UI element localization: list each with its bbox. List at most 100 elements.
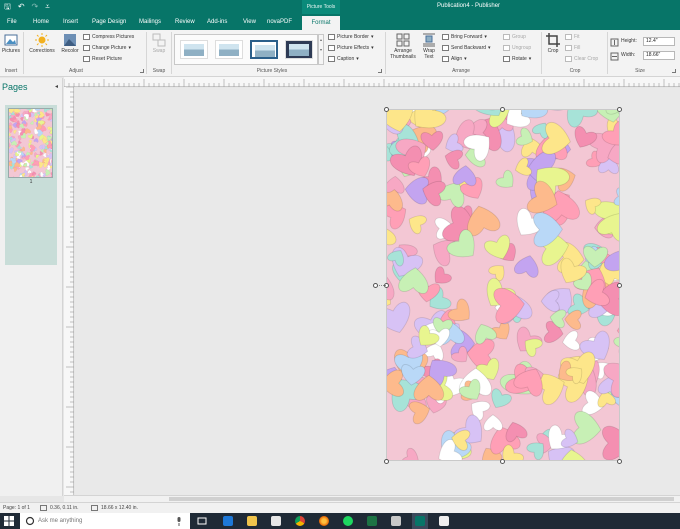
ungroup-icon (503, 45, 510, 51)
crop-button[interactable]: Crop (543, 33, 563, 54)
group-separator (607, 32, 608, 74)
title-bar: 🖫 ↶ ↷ ⩡ Picture Tools Publication4 - Pub… (0, 0, 680, 14)
resize-handle-bottom-left[interactable] (384, 459, 389, 464)
app-icon[interactable] (391, 516, 401, 526)
tab-add-ins[interactable]: Add-ins (207, 14, 227, 30)
resize-handle-top[interactable] (500, 107, 505, 112)
horizontal-scrollbar[interactable] (64, 495, 680, 502)
rotation-handle[interactable] (373, 283, 378, 288)
tab-format[interactable]: Format (302, 16, 340, 30)
picture-styles-gallery (174, 34, 318, 65)
picture-style-2[interactable] (215, 40, 243, 59)
tab-insert[interactable]: Insert (63, 14, 78, 30)
context-tab-title: Picture Tools (302, 0, 340, 14)
resize-handle-right[interactable] (617, 283, 622, 288)
corrections-sun-icon (35, 33, 49, 47)
swap-button[interactable]: Swap (148, 33, 170, 54)
arrange-thumbnails-icon (396, 33, 410, 47)
adjust-launcher-icon[interactable] (140, 69, 144, 73)
send-backward-button[interactable]: Send Backward ▾ (442, 45, 491, 51)
tab-mailings[interactable]: Mailings (139, 14, 161, 30)
size-launcher-icon[interactable] (672, 69, 676, 73)
status-page[interactable]: Page: 1 of 1 (3, 503, 30, 513)
compress-icon (83, 34, 90, 40)
publisher-icon[interactable] (415, 516, 425, 526)
app-icon-2[interactable] (439, 516, 449, 526)
picture-style-1[interactable] (180, 40, 208, 59)
height-field[interactable]: 12.4" (643, 37, 675, 46)
fill-button[interactable]: Fill (565, 45, 580, 51)
fit-button[interactable]: Fit (565, 34, 580, 40)
firefox-icon[interactable] (319, 516, 329, 526)
change-picture-button[interactable]: Change Picture ▾ (83, 45, 131, 51)
picture-style-3[interactable] (250, 40, 278, 59)
group-icon (503, 34, 510, 40)
microphone-icon[interactable] (176, 517, 182, 526)
picture-style-4[interactable] (285, 40, 313, 59)
scrollbar-thumb[interactable] (169, 497, 674, 501)
bring-forward-button[interactable]: Bring Forward ▾ (442, 34, 487, 40)
caption-button[interactable]: Caption ▾ (328, 56, 359, 62)
corrections-button[interactable]: Corrections (25, 33, 59, 54)
rotation-handle-line (377, 285, 386, 286)
file-explorer-icon[interactable] (247, 516, 257, 526)
page-thumbnail-number: 1 (29, 179, 33, 185)
excel-icon[interactable] (367, 516, 377, 526)
chrome-icon[interactable] (295, 516, 305, 526)
align-icon (442, 56, 449, 62)
candy-hearts-picture[interactable] (387, 110, 619, 460)
tab-page-design[interactable]: Page Design (92, 14, 126, 30)
tab-review[interactable]: Review (175, 14, 195, 30)
task-view-icon[interactable] (197, 516, 207, 526)
redo-icon[interactable]: ↷ (32, 1, 39, 13)
picture-effects-button[interactable]: Picture Effects ▾ (328, 45, 374, 51)
clear-crop-button[interactable]: Clear Crop (565, 56, 598, 62)
picture-border-icon (328, 34, 335, 40)
picture-styles-launcher-icon[interactable] (378, 69, 382, 73)
save-icon[interactable]: 🖫 (4, 1, 11, 13)
align-button[interactable]: Align ▾ (442, 56, 467, 62)
horizontal-ruler (64, 77, 680, 87)
swap-icon (152, 33, 166, 47)
arrange-thumbnails-button[interactable]: Arrange Thumbnails (387, 33, 419, 60)
recolor-button[interactable]: Recolor (59, 33, 81, 54)
spotify-icon[interactable] (343, 516, 353, 526)
width-field[interactable]: 18.66" (643, 51, 675, 60)
edge-icon[interactable] (223, 516, 233, 526)
reset-picture-button[interactable]: Reset Picture (83, 56, 122, 62)
compress-pictures-button[interactable]: Compress Pictures (83, 34, 134, 40)
cortana-search-box[interactable]: Ask me anything (20, 513, 190, 529)
page-thumbnail-1[interactable]: 1 (5, 105, 57, 265)
group-label-adjust: Adjust (69, 68, 83, 74)
width-label: Width: (621, 52, 636, 58)
styles-gallery-scroll[interactable]: ▴ ▾ (318, 34, 324, 65)
tab-home[interactable]: Home (33, 14, 49, 30)
pages-title: Pages (2, 82, 28, 92)
pictures-button[interactable]: Pictures (0, 33, 22, 54)
windows-start-icon[interactable] (4, 516, 14, 526)
status-bar: Page: 1 of 1 0.36, 0.11 in. 18.66 x 12.4… (0, 502, 680, 513)
tab-novapdf[interactable]: novaPDF (267, 14, 292, 30)
tab-view[interactable]: View (243, 14, 256, 30)
undo-icon[interactable]: ↶ (18, 1, 25, 13)
wrap-text-button[interactable]: Wrap Text (420, 33, 438, 60)
change-picture-icon (83, 45, 90, 51)
resize-handle-top-left[interactable] (384, 107, 389, 112)
resize-handle-bottom-right[interactable] (617, 459, 622, 464)
caption-icon (328, 56, 335, 62)
ungroup-button[interactable]: Ungroup (503, 45, 531, 51)
group-label-arrange: Arrange (452, 68, 470, 74)
resize-handle-bottom[interactable] (500, 459, 505, 464)
position-icon (40, 505, 47, 511)
quick-access-toolbar: 🖫 ↶ ↷ ⩡ (4, 1, 50, 13)
rotate-button[interactable]: Rotate ▾ (503, 56, 531, 62)
resize-handle-top-right[interactable] (617, 107, 622, 112)
customize-qat-icon[interactable]: ⩡ (45, 1, 50, 13)
store-icon[interactable] (271, 516, 281, 526)
group-button[interactable]: Group (503, 34, 526, 40)
tab-file[interactable]: File (7, 14, 17, 30)
vertical-ruler (64, 87, 74, 496)
picture-border-button[interactable]: Picture Border ▾ (328, 34, 373, 40)
group-label-crop: Crop (569, 68, 581, 74)
collapse-pane-icon[interactable]: ◂ (55, 83, 58, 90)
